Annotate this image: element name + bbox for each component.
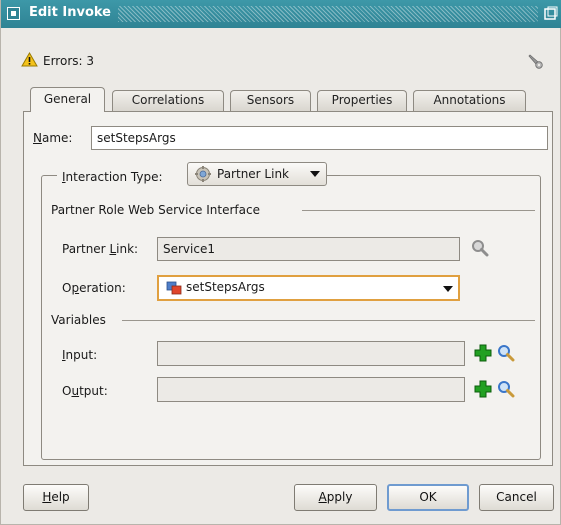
- search-icon[interactable]: [496, 343, 516, 366]
- chevron-down-icon: [310, 171, 320, 177]
- title-bar-drag-area[interactable]: [118, 6, 538, 22]
- tab-correlations[interactable]: Correlations: [112, 90, 224, 111]
- window-menu-icon[interactable]: [7, 7, 20, 20]
- tab-annotations[interactable]: Annotations: [413, 90, 526, 111]
- errors-count: Errors: 3: [43, 54, 94, 68]
- input-variable-field: [157, 341, 465, 366]
- interaction-type-group: [41, 175, 541, 460]
- partner-role-divider: [302, 210, 535, 211]
- tab-label: Sensors: [246, 93, 295, 107]
- apply-button[interactable]: Apply: [294, 484, 377, 511]
- search-icon[interactable]: [496, 379, 516, 402]
- add-icon[interactable]: [473, 379, 493, 402]
- variables-section-title: Variables: [51, 313, 106, 327]
- tab-properties[interactable]: Properties: [317, 90, 407, 111]
- operation-label: Operation:: [62, 281, 126, 295]
- window-title: Edit Invoke: [29, 5, 111, 20]
- tab-sensors[interactable]: Sensors: [230, 90, 311, 111]
- partner-link-icon: [195, 166, 212, 189]
- output-variable-field: [157, 377, 465, 402]
- edit-invoke-dialog: Edit Invoke Errors: 3 General Correlatio…: [0, 0, 561, 525]
- add-icon[interactable]: [473, 343, 493, 366]
- operation-value: setStepsArgs: [186, 280, 265, 294]
- tab-general[interactable]: General: [30, 87, 105, 112]
- input-label: Input:: [62, 348, 98, 362]
- tab-label: Annotations: [433, 93, 506, 107]
- title-bar[interactable]: Edit Invoke: [1, 0, 561, 28]
- partner-link-label: Partner Link:: [62, 242, 139, 256]
- help-button[interactable]: Help: [23, 484, 89, 511]
- interaction-type-divider: [340, 175, 538, 176]
- ok-button[interactable]: OK: [387, 484, 469, 511]
- tab-label: Properties: [331, 93, 393, 107]
- operation-select[interactable]: setStepsArgs: [157, 275, 460, 301]
- maximize-icon[interactable]: [544, 6, 558, 20]
- search-icon[interactable]: [470, 238, 490, 261]
- chevron-down-icon: [443, 286, 453, 292]
- output-label: Output:: [62, 384, 108, 398]
- variables-divider: [122, 320, 535, 321]
- warning-icon: [21, 51, 38, 67]
- partner-role-section-title: Partner Role Web Service Interface: [51, 203, 260, 217]
- cancel-button[interactable]: Cancel: [479, 484, 554, 511]
- tab-label: Correlations: [131, 93, 205, 107]
- partner-link-field: Service1: [157, 237, 460, 261]
- interaction-type-label: Interaction Type:: [57, 166, 187, 188]
- interaction-type-value: Partner Link: [217, 167, 289, 181]
- interaction-type-combo[interactable]: Partner Link: [187, 162, 327, 186]
- tab-label: General: [43, 92, 92, 106]
- wrench-icon[interactable]: [526, 52, 544, 70]
- name-label: Name:: [33, 131, 73, 145]
- general-panel: Name: setStepsArgs Interaction Type: Par…: [23, 111, 553, 466]
- operation-icon: [166, 281, 182, 301]
- name-input[interactable]: setStepsArgs: [91, 126, 548, 150]
